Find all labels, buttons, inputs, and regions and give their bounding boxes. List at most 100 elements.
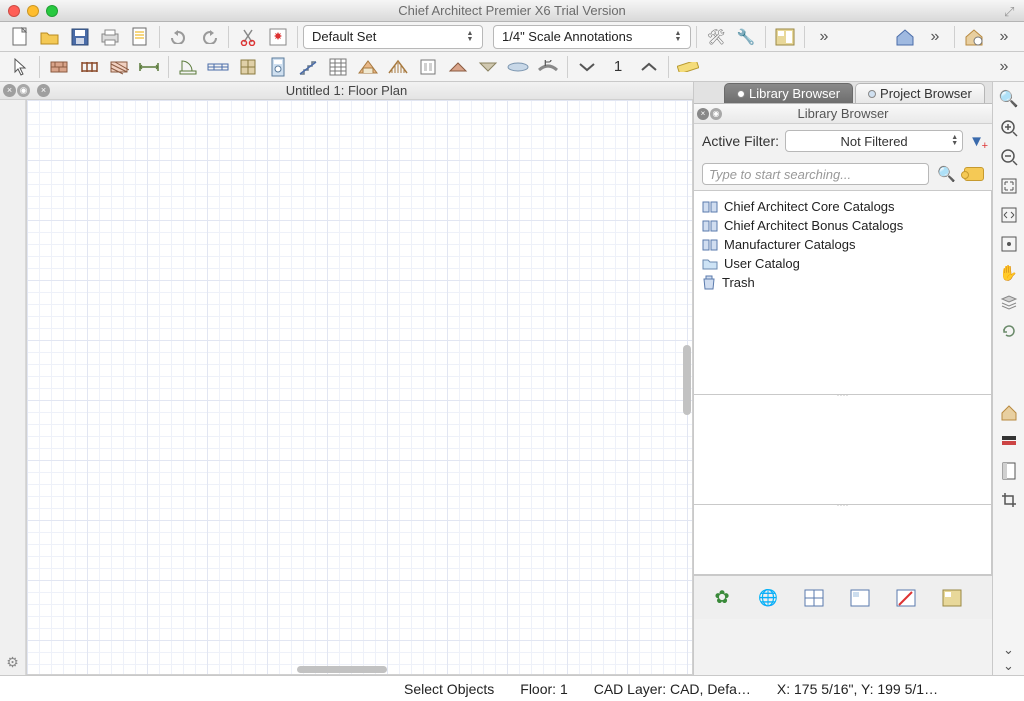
overflow-down-button[interactable]: ⌄⌄ [995,645,1023,671]
overflow-button[interactable]: » [810,24,838,50]
search-icon[interactable]: 🔍 [937,165,956,183]
schedule-button[interactable] [324,54,352,80]
tree-item[interactable]: User Catalog [698,254,987,273]
appliance-button[interactable] [264,54,292,80]
dimension-button[interactable] [135,54,163,80]
floor-down-button[interactable] [573,54,601,80]
wrench-button[interactable]: 🔧 [732,24,760,50]
search-input[interactable] [702,163,929,185]
tab-library-browser[interactable]: Library Browser [724,83,853,103]
separator [668,56,669,78]
tree-item[interactable]: Manufacturer Catalogs [698,235,987,254]
refresh-button[interactable] [995,318,1023,344]
floor-up-button[interactable] [635,54,663,80]
close-window-icon[interactable] [8,5,20,17]
ceiling-button[interactable] [474,54,502,80]
horizontal-scrollbar[interactable] [297,666,387,673]
floor-plan-button[interactable] [444,54,472,80]
gear-icon[interactable]: ⚙ [6,654,19,671]
tree-item[interactable]: Trash [698,273,987,292]
zoom-window-icon[interactable] [46,5,58,17]
pan-button[interactable]: ✋ [995,260,1023,286]
color-button[interactable] [995,429,1023,455]
separator [567,56,568,78]
library-tree[interactable]: Chief Architect Core CatalogsChief Archi… [694,190,992,395]
terrain-button[interactable] [504,54,532,80]
layout-button[interactable] [771,24,799,50]
document-header: × ◉ × Untitled 1: Floor Plan [0,82,693,100]
status-mode: Select Objects [404,681,494,697]
overflow-button[interactable]: » [990,24,1018,50]
drawing-canvas[interactable] [26,100,693,675]
actual-size-button[interactable] [995,231,1023,257]
elevation-button[interactable] [414,54,442,80]
print-button[interactable] [96,24,124,50]
filter-add-icon[interactable]: ▼+ [969,133,984,150]
roof-button[interactable] [354,54,382,80]
filter-combo[interactable]: Not Filtered ▲▼ [785,130,963,152]
crop-button[interactable] [995,487,1023,513]
scale-combo[interactable]: 1/4" Scale Annotations ▲▼ [493,25,691,49]
tree-item-label: User Catalog [724,256,800,271]
globe-button[interactable]: 🌐 [754,584,782,612]
wall-hatch-button[interactable] [105,54,133,80]
overflow-button[interactable]: » [921,24,949,50]
framing-button[interactable] [384,54,412,80]
cut-button[interactable] [234,24,262,50]
house-clock-button[interactable] [960,24,988,50]
minimize-window-icon[interactable] [27,5,39,17]
tab-project-browser[interactable]: Project Browser [855,83,985,103]
right-column: Library Browser Project Browser × ◉ Libr… [694,82,1024,675]
undo-button[interactable] [165,24,193,50]
layout-view-button[interactable] [938,584,966,612]
view-details-button[interactable] [892,584,920,612]
preferences-button[interactable] [264,24,292,50]
new-file-button[interactable] [6,24,34,50]
zoom-out-button[interactable] [995,144,1023,170]
vertical-scrollbar[interactable] [683,345,691,415]
filter-label: Active Filter: [702,133,779,149]
separator [804,26,805,48]
view-list-button[interactable] [846,584,874,612]
select-objects-button[interactable] [6,54,34,80]
fill-window-button[interactable] [995,202,1023,228]
tab-indicator-icon [868,90,876,98]
measure-button[interactable] [674,54,702,80]
panel-button[interactable] [995,458,1023,484]
overflow-button[interactable]: » [990,54,1018,80]
wall-straight-button[interactable] [45,54,73,80]
filter-value: Not Filtered [840,134,907,149]
maximize-icon[interactable]: ⤢ [1004,4,1018,18]
save-button[interactable] [66,24,94,50]
tools-toolbar: P 1 » [0,52,1024,82]
svg-text:P: P [544,60,553,69]
house-tool-button[interactable] [995,400,1023,426]
plant-tool-button[interactable]: ✿ [708,584,736,612]
open-file-button[interactable] [36,24,64,50]
page-setup-button[interactable] [126,24,154,50]
tree-item[interactable]: Chief Architect Core Catalogs [698,197,987,216]
wrench-gear-button[interactable]: 🛠 [702,24,730,50]
default-set-combo[interactable]: Default Set ▲▼ [303,25,483,49]
layers-button[interactable] [995,289,1023,315]
window-controls [8,5,58,17]
status-floor: Floor: 1 [520,681,567,697]
house-blue-button[interactable] [891,24,919,50]
road-button[interactable]: P [534,54,562,80]
tree-item[interactable]: Chief Architect Bonus Catalogs [698,216,987,235]
fit-window-button[interactable] [995,173,1023,199]
preview-pane-2: ···· [694,505,992,575]
railing-button[interactable] [75,54,103,80]
window-button[interactable] [204,54,232,80]
camera-icon[interactable] [964,167,984,181]
combo-arrows-icon: ▲▼ [462,28,478,46]
door-button[interactable] [174,54,202,80]
redo-button[interactable] [195,24,223,50]
zoom-in-button[interactable] [995,115,1023,141]
default-set-value: Default Set [312,29,376,44]
stairs-button[interactable] [294,54,322,80]
view-grid-button[interactable] [800,584,828,612]
cabinet-button[interactable] [234,54,262,80]
zoom-fit-button[interactable]: 🔍 [995,86,1023,112]
panel-bottom-toolbar: ✿ 🌐 [694,575,992,619]
